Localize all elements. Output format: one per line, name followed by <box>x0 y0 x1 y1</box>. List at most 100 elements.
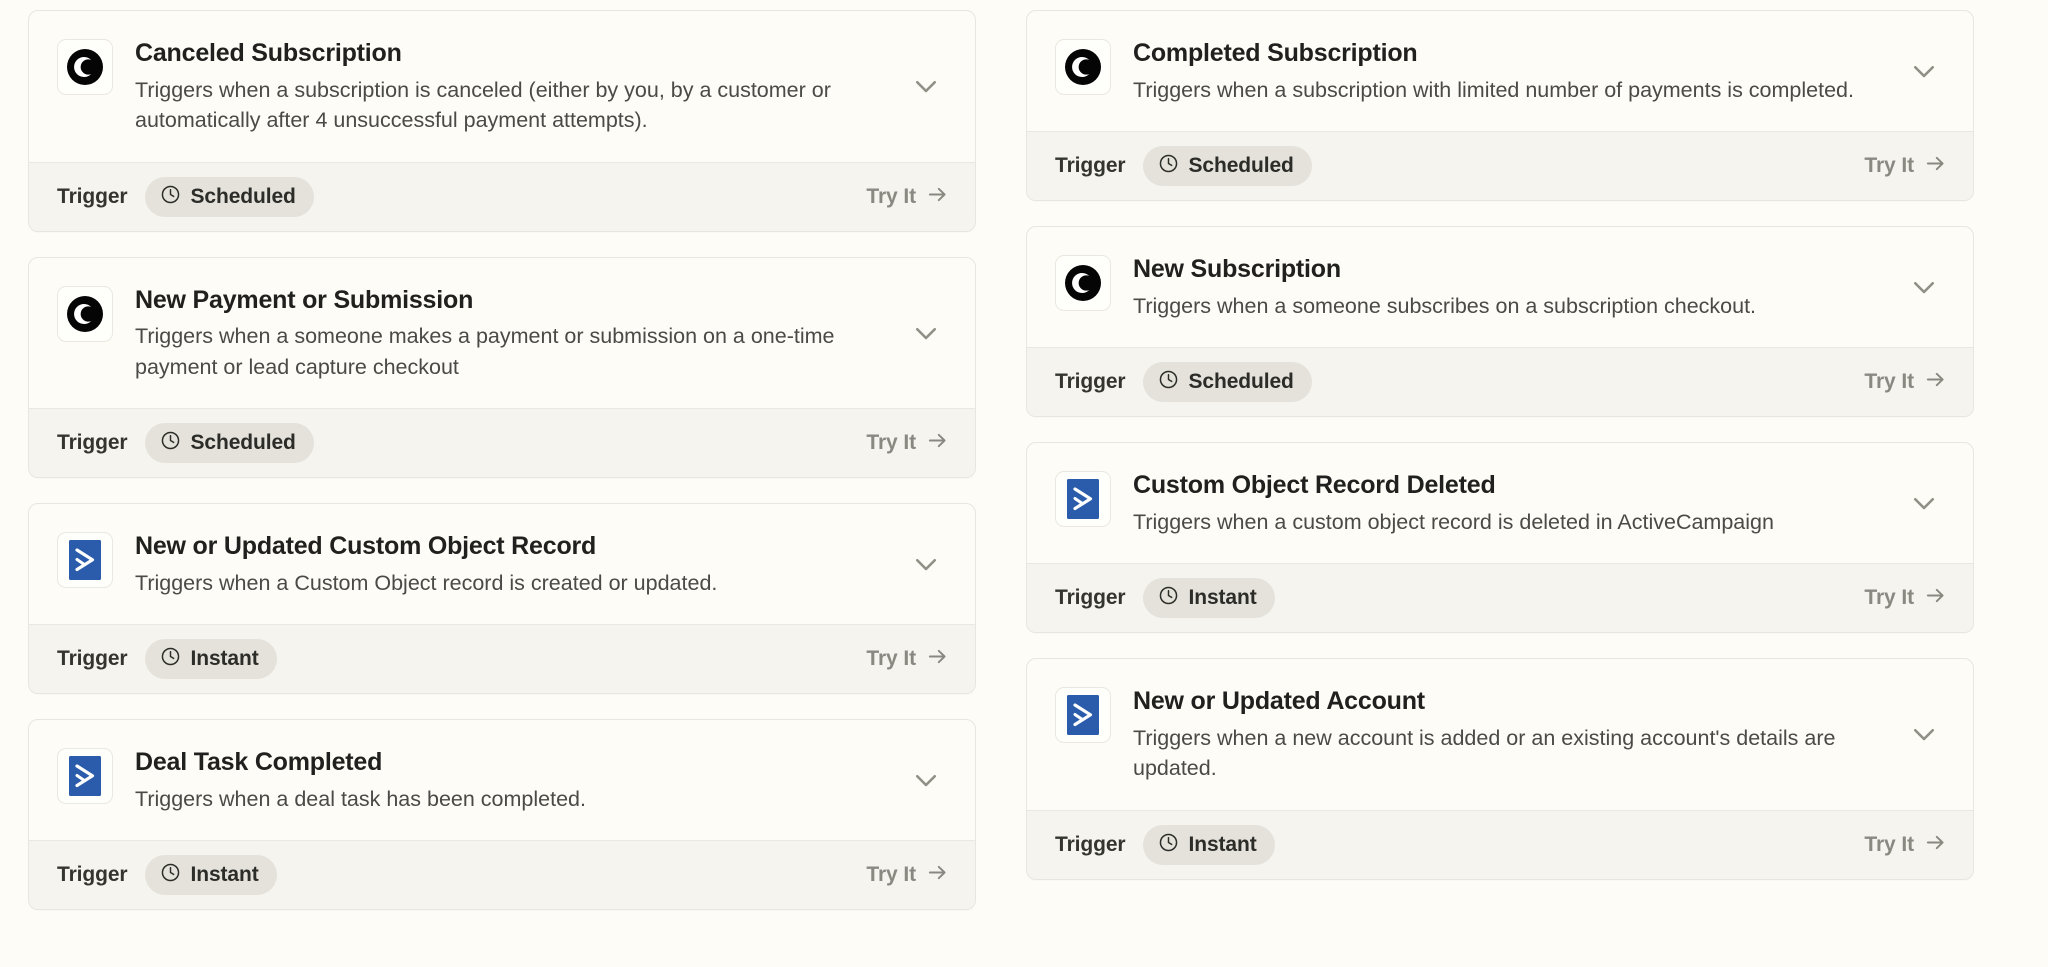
trigger-card[interactable]: Canceled Subscription Triggers when a sub… <box>28 10 976 232</box>
trigger-card[interactable]: Completed Subscription Triggers when a su… <box>1026 10 1974 202</box>
arrow-right-icon <box>1924 831 1947 859</box>
arrow-right-icon <box>1924 368 1947 396</box>
card-body: New Payment or Submission Triggers when a… <box>29 258 975 409</box>
try-it-link[interactable]: Try It <box>1864 584 1947 612</box>
card-footer: Trigger Scheduled Try It <box>1027 347 1973 417</box>
try-it-label: Try It <box>866 431 916 455</box>
card-text: New or Updated Custom Object Record Trigg… <box>135 530 881 598</box>
trigger-card[interactable]: New Subscription Triggers when a someone … <box>1026 226 1974 418</box>
chevron-down-icon[interactable] <box>903 63 949 109</box>
trigger-card[interactable]: New or Updated Account Triggers when a ne… <box>1026 658 1974 880</box>
status-badge-label: Scheduled <box>1188 370 1294 394</box>
card-body: Custom Object Record Deleted Triggers whe… <box>1027 443 1973 563</box>
card-title: New or Updated Custom Object Record <box>135 532 597 561</box>
card-description: Triggers when a someone subscribes on a … <box>1133 293 1757 318</box>
activecampaign-icon <box>57 532 113 589</box>
trigger-type-label: Trigger <box>1055 154 1126 178</box>
card-footer: Trigger Scheduled Try It <box>1027 131 1973 201</box>
try-it-link[interactable]: Try It <box>866 183 949 211</box>
checkout-page-icon <box>57 39 113 95</box>
status-badge: Scheduled <box>1143 146 1312 187</box>
trigger-card[interactable]: New Payment or Submission Triggers when a… <box>28 256 976 479</box>
try-it-link[interactable]: Try It <box>866 645 949 673</box>
try-it-link[interactable]: Try It <box>1864 368 1947 396</box>
status-badge-label: Instant <box>1188 586 1257 610</box>
card-title: Canceled Subscription <box>135 39 402 67</box>
activecampaign-icon <box>1055 687 1111 744</box>
arrow-right-icon <box>926 183 949 211</box>
card-footer: Trigger Scheduled Try It <box>29 408 975 478</box>
try-it-label: Try It <box>1864 586 1914 610</box>
card-footer: Trigger Instant Try It <box>29 624 975 694</box>
status-badge: Instant <box>1143 824 1275 865</box>
trigger-type-label: Trigger <box>57 647 128 671</box>
clock-icon <box>160 862 181 888</box>
right-column: Completed Subscription Triggers when a su… <box>1026 10 1974 880</box>
card-body: New Subscription Triggers when a someone … <box>1027 227 1973 347</box>
card-text: Deal Task Completed Triggers when a deal … <box>135 746 881 814</box>
card-body: Deal Task Completed Triggers when a deal … <box>29 720 975 840</box>
card-text: New Subscription Triggers when a someone … <box>1133 253 1879 321</box>
card-text: New or Updated Account Triggers when a ne… <box>1133 685 1879 784</box>
try-it-link[interactable]: Try It <box>866 429 949 457</box>
trigger-card[interactable]: Deal Task Completed Triggers when a deal … <box>28 719 976 911</box>
status-badge-label: Scheduled <box>190 184 296 208</box>
trigger-list-page: Canceled Subscription Triggers when a sub… <box>0 0 2048 967</box>
trigger-type-label: Trigger <box>57 863 128 887</box>
clock-icon <box>1158 369 1179 395</box>
status-badge-label: Instant <box>1188 832 1257 856</box>
trigger-type-label: Trigger <box>1055 832 1126 856</box>
chevron-down-icon[interactable] <box>903 310 949 356</box>
status-badge-label: Scheduled <box>1188 154 1294 178</box>
arrow-right-icon <box>1924 584 1947 612</box>
checkout-page-icon <box>1055 255 1111 312</box>
try-it-link[interactable]: Try It <box>1864 831 1947 859</box>
card-description: Triggers when a custom object record is … <box>1133 509 1774 534</box>
try-it-label: Try It <box>866 647 916 671</box>
clock-icon <box>160 646 181 672</box>
trigger-type-label: Trigger <box>57 431 128 455</box>
card-text: Canceled Subscription Triggers when a sub… <box>135 37 881 136</box>
chevron-down-icon[interactable] <box>1901 264 1947 310</box>
trigger-type-label: Trigger <box>1055 586 1126 610</box>
status-badge: Scheduled <box>145 176 314 217</box>
activecampaign-icon <box>1055 471 1111 528</box>
try-it-link[interactable]: Try It <box>1864 152 1947 180</box>
card-title: New Payment or Submission <box>135 285 474 314</box>
chevron-down-icon[interactable] <box>903 541 949 587</box>
trigger-columns: Canceled Subscription Triggers when a sub… <box>28 10 2026 911</box>
card-description: Triggers when a deal task has been compl… <box>135 786 586 811</box>
status-badge: Scheduled <box>1143 362 1312 403</box>
card-description: Triggers when a subscription with limite… <box>1133 77 1854 102</box>
clock-icon <box>160 184 181 210</box>
chevron-down-icon[interactable] <box>903 757 949 803</box>
card-footer: Trigger Instant Try It <box>1027 809 1973 879</box>
try-it-label: Try It <box>1864 154 1914 178</box>
card-body: New or Updated Custom Object Record Trigg… <box>29 504 975 624</box>
try-it-label: Try It <box>866 184 916 208</box>
status-badge: Scheduled <box>145 423 314 464</box>
status-badge: Instant <box>145 855 277 896</box>
card-title: Completed Subscription <box>1133 39 1418 67</box>
left-column: Canceled Subscription Triggers when a sub… <box>28 10 976 911</box>
chevron-down-icon[interactable] <box>1901 48 1947 94</box>
try-it-label: Try It <box>1864 370 1914 394</box>
card-title: New or Updated Account <box>1133 687 1425 716</box>
clock-icon <box>1158 153 1179 179</box>
try-it-link[interactable]: Try It <box>866 861 949 889</box>
chevron-down-icon[interactable] <box>1901 480 1947 526</box>
trigger-card[interactable]: New or Updated Custom Object Record Trigg… <box>28 503 976 695</box>
checkout-page-icon <box>57 285 113 342</box>
trigger-card[interactable]: Custom Object Record Deleted Triggers whe… <box>1026 442 1974 634</box>
status-badge: Instant <box>145 639 277 680</box>
card-description: Triggers when a new account is added or … <box>1133 725 1836 781</box>
clock-icon <box>160 430 181 456</box>
card-description: Triggers when a someone makes a payment … <box>135 324 835 379</box>
arrow-right-icon <box>926 429 949 457</box>
clock-icon <box>1158 832 1179 858</box>
chevron-down-icon[interactable] <box>1901 711 1947 757</box>
status-badge: Instant <box>1143 578 1275 619</box>
status-badge-label: Scheduled <box>190 431 296 455</box>
card-body: New or Updated Account Triggers when a ne… <box>1027 659 1973 810</box>
status-badge-label: Instant <box>190 863 259 887</box>
